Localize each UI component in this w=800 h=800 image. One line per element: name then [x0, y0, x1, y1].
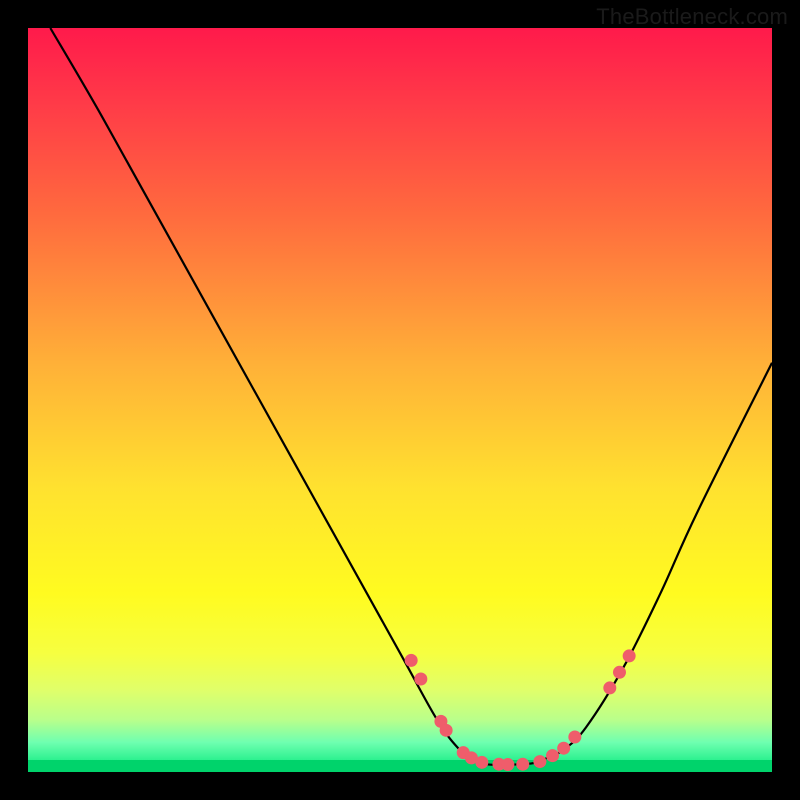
marker-dot [501, 758, 514, 771]
bottleneck-curve [28, 28, 772, 772]
marker-dot [546, 749, 559, 762]
marker-dot [603, 681, 616, 694]
curve-markers [405, 649, 636, 771]
marker-dot [568, 731, 581, 744]
marker-dot [557, 742, 570, 755]
marker-dot [623, 649, 636, 662]
marker-dot [613, 666, 626, 679]
marker-dot [475, 756, 488, 769]
marker-dot [516, 758, 529, 771]
marker-dot [414, 673, 427, 686]
chart-frame [28, 28, 772, 772]
marker-dot [533, 755, 546, 768]
watermark: TheBottleneck.com [596, 4, 788, 30]
marker-dot [405, 654, 418, 667]
marker-dot [440, 724, 453, 737]
